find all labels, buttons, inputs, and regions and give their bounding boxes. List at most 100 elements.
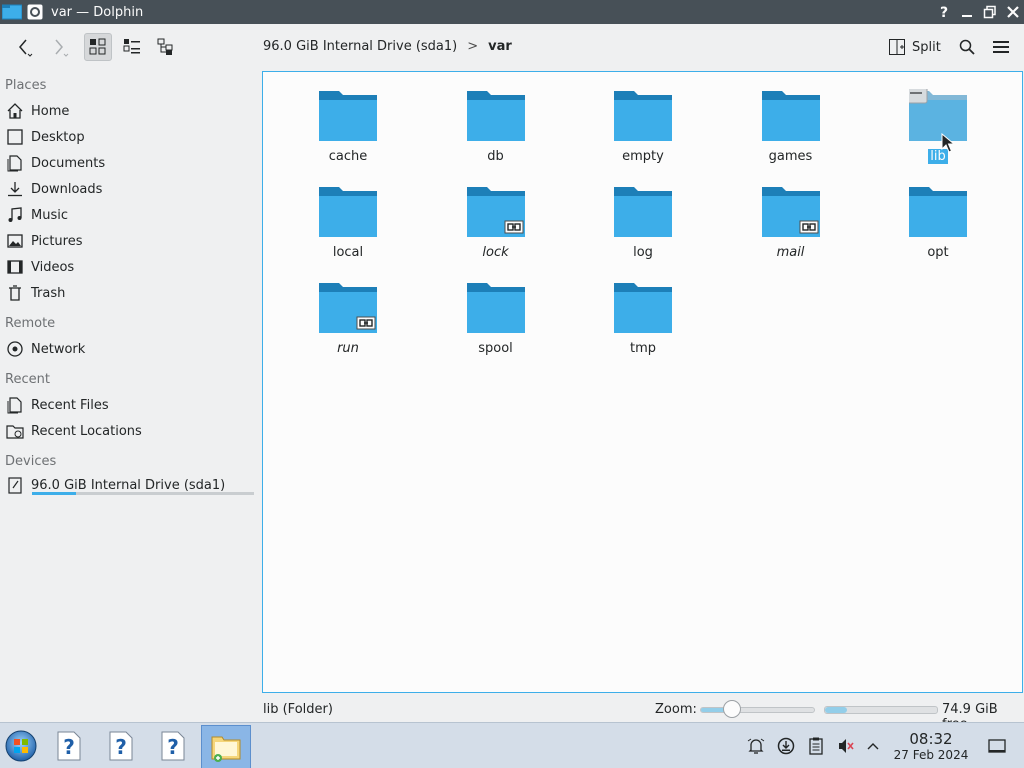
pin-icon[interactable] (25, 2, 45, 22)
disk-space-bar[interactable] (824, 706, 938, 714)
folder-item-empty[interactable]: empty (583, 72, 703, 164)
icons-view-icon (89, 38, 106, 55)
folder-label: local (288, 245, 408, 260)
sidebar-item-pictures[interactable]: Pictures (6, 229, 82, 253)
folder-item-mail[interactable]: mail (731, 168, 851, 260)
menu-button[interactable] (987, 33, 1015, 61)
updates-tray[interactable] (775, 735, 797, 757)
folder-label: opt (878, 245, 998, 260)
network-icon (7, 341, 23, 357)
minimize-button[interactable] (956, 1, 978, 23)
window-title: var — Dolphin (51, 4, 144, 20)
desktop-icon (7, 129, 23, 145)
details-view-button[interactable] (152, 33, 180, 61)
folder-item-db[interactable]: db (436, 72, 556, 164)
symlink-emblem-icon (504, 220, 523, 234)
taskbar-task-1[interactable]: ? (54, 727, 84, 765)
update-icon (777, 737, 795, 755)
folder-label: tmp (583, 341, 703, 356)
split-button[interactable]: Split (888, 36, 941, 58)
clock[interactable]: 08:32 27 Feb 2024 (886, 730, 976, 763)
drive-usage-fill (32, 492, 77, 495)
folder-item-spool[interactable]: spool (436, 264, 556, 356)
folder-label: db (436, 149, 556, 164)
folder-icon (466, 283, 525, 333)
disk-space-fill (825, 707, 848, 713)
sidebar-item-downloads[interactable]: Downloads (6, 177, 102, 201)
folder-name: log (633, 245, 653, 260)
sidebar-item-home[interactable]: Home (6, 99, 69, 123)
folder-item-local[interactable]: local (288, 168, 408, 260)
section-header-recent: Recent (5, 372, 50, 387)
folder-label: log (583, 245, 703, 260)
folder-icon (909, 89, 967, 141)
breadcrumb[interactable]: 96.0 GiB Internal Drive (sda1) > var (263, 39, 512, 54)
start-menu-button[interactable] (4, 729, 38, 763)
status-bar: lib (Folder) Zoom: 74.9 GiB free (0, 696, 1024, 732)
recent-locations-icon (6, 425, 24, 439)
sidebar-item-recent-files[interactable]: Recent Files (6, 393, 109, 417)
taskbar-task-3[interactable]: ? (158, 727, 188, 765)
folder-icon (319, 283, 377, 333)
folder-item-lib[interactable]: lib (878, 72, 998, 164)
maximize-button[interactable] (979, 1, 1001, 23)
recent-files-icon (7, 397, 22, 414)
zoom-slider[interactable] (700, 707, 815, 713)
folder-icon (319, 187, 377, 237)
folder-icon (909, 187, 967, 237)
show-hidden-icons-button[interactable] (862, 735, 884, 757)
sidebar-item-desktop[interactable]: Desktop (6, 125, 85, 149)
dolphin-app-icon[interactable] (1, 1, 23, 23)
breadcrumb-drive[interactable]: 96.0 GiB Internal Drive (sda1) (263, 39, 457, 54)
sidebar-item-trash[interactable]: Trash (6, 281, 65, 305)
folder-item-games[interactable]: games (731, 72, 851, 164)
taskbar-task-2[interactable]: ? (106, 727, 136, 765)
sidebar-item-label: Recent Files (31, 397, 109, 413)
back-button[interactable] (10, 33, 38, 61)
file-view[interactable]: cache db empty games lib local lock log mail opt r… (262, 71, 1023, 693)
folder-name: local (332, 245, 364, 260)
taskbar-task-dolphin[interactable] (201, 725, 251, 768)
sidebar-item-label: Music (31, 207, 68, 223)
documents-icon (7, 155, 22, 172)
notifications-tray[interactable] (745, 735, 767, 757)
breadcrumb-current[interactable]: var (488, 39, 512, 54)
details-view-icon (157, 38, 173, 55)
close-button[interactable] (1002, 1, 1024, 23)
zoom-slider-handle[interactable] (723, 700, 742, 718)
symlink-emblem-icon (799, 220, 818, 234)
compact-view-button[interactable] (118, 33, 146, 61)
taskbar: ? ? ? 08:32 27 Feb 2024 (0, 722, 1024, 768)
folder-item-run[interactable]: run (288, 264, 408, 356)
folder-item-opt[interactable]: opt (878, 168, 998, 260)
forward-button[interactable] (44, 33, 72, 61)
icons-view-button[interactable] (84, 33, 112, 61)
folder-item-log[interactable]: log (583, 168, 703, 260)
search-button[interactable] (953, 33, 981, 61)
svg-text:?: ? (63, 735, 75, 759)
folder-item-cache[interactable]: cache (288, 72, 408, 164)
selection-status: lib (Folder) (263, 702, 333, 717)
section-header-devices: Devices (5, 454, 57, 469)
help-button[interactable]: ? (933, 1, 955, 23)
zoom-label: Zoom: (655, 702, 697, 717)
sidebar-item-recent-locations[interactable]: Recent Locations (6, 419, 142, 443)
sidebar-item-videos[interactable]: Videos (6, 255, 74, 279)
folder-label: cache (288, 149, 408, 164)
sidebar-item-network[interactable]: Network (6, 337, 85, 361)
volume-tray[interactable] (835, 735, 857, 757)
title-bar[interactable]: var — Dolphin ? (0, 0, 1024, 24)
folder-name: spool (478, 341, 513, 356)
sidebar-item-documents[interactable]: Documents (6, 151, 105, 175)
sidebar-item-label: Downloads (31, 181, 103, 197)
clock-time: 08:32 (909, 730, 953, 748)
show-desktop-button[interactable] (986, 735, 1008, 757)
folder-name: empty (622, 149, 664, 164)
sidebar-item-music[interactable]: Music (6, 203, 68, 227)
music-icon (8, 207, 22, 222)
sidebar-item-label: Network (31, 341, 86, 357)
clipboard-tray[interactable] (805, 735, 827, 757)
folder-label: spool (436, 341, 556, 356)
folder-item-lock[interactable]: lock (436, 168, 556, 260)
folder-item-tmp[interactable]: tmp (583, 264, 703, 356)
